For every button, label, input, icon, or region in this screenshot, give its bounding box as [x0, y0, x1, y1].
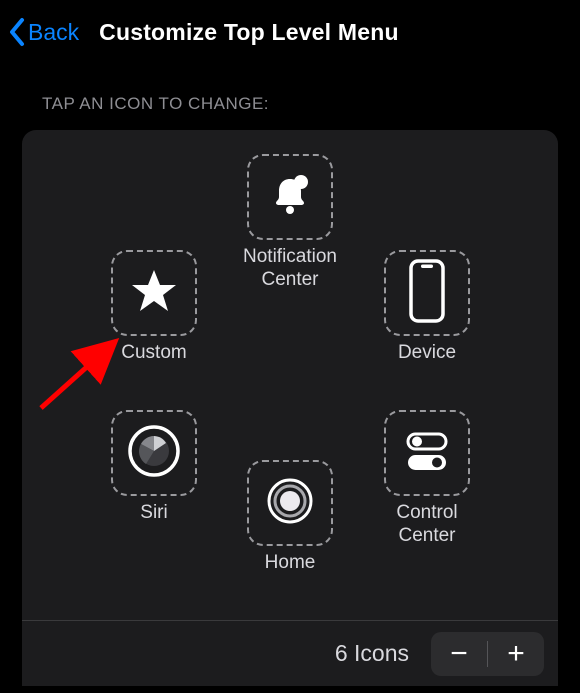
icon-slot: [247, 154, 333, 240]
menu-item-device[interactable]: Device: [367, 250, 487, 365]
icon-slot: [384, 410, 470, 496]
menu-panel: NotificationCenter Custom: [22, 130, 558, 686]
icon-slot: [384, 250, 470, 336]
page-title: Customize Top Level Menu: [99, 19, 564, 46]
decrease-button[interactable]: −: [431, 632, 487, 676]
menu-item-control-center[interactable]: ControlCenter: [367, 410, 487, 548]
menu-item-siri[interactable]: Siri: [94, 410, 214, 525]
bell-dot-icon: [265, 170, 315, 225]
increase-button[interactable]: +: [488, 632, 544, 676]
menu-item-label: Siri: [140, 502, 167, 525]
home-ring-icon: [266, 477, 314, 530]
phone-outline-icon: [405, 258, 449, 329]
icon-grid: NotificationCenter Custom: [22, 130, 558, 620]
back-button[interactable]: Back: [8, 17, 79, 47]
menu-item-label: ControlCenter: [396, 502, 457, 548]
siri-icon: [127, 424, 181, 483]
menu-item-label: Device: [398, 342, 456, 365]
section-label: TAP AN ICON TO CHANGE:: [0, 58, 580, 124]
menu-item-notification-center[interactable]: NotificationCenter: [230, 154, 350, 292]
toggles-icon: [401, 425, 453, 482]
icon-slot: [111, 410, 197, 496]
icon-slot: [247, 460, 333, 546]
icon-slot: [111, 250, 197, 336]
chevron-left-icon: [8, 17, 26, 47]
menu-item-home[interactable]: Home: [230, 460, 350, 575]
star-icon: [128, 265, 180, 322]
menu-item-label: NotificationCenter: [243, 246, 337, 292]
icon-count-label: 6 Icons: [22, 640, 421, 667]
back-label: Back: [28, 19, 79, 46]
menu-item-label: Custom: [121, 342, 186, 365]
menu-item-custom[interactable]: Custom: [94, 250, 214, 365]
icon-count-footer: 6 Icons − +: [22, 620, 558, 686]
menu-item-label: Home: [265, 552, 316, 575]
icon-count-stepper: − +: [431, 632, 544, 676]
nav-bar: Back Customize Top Level Menu: [0, 0, 580, 58]
